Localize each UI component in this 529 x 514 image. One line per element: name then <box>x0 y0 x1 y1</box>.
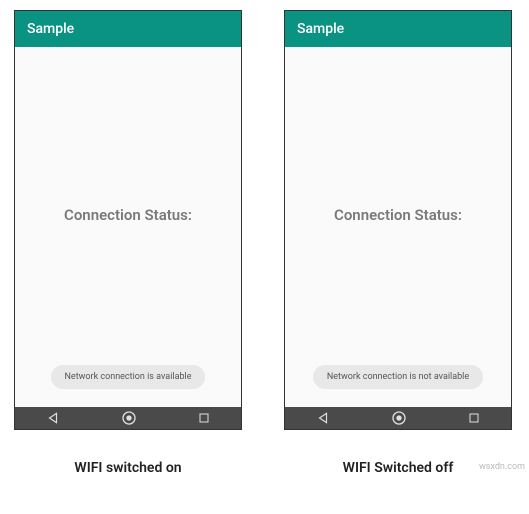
navigation-bar <box>285 403 511 429</box>
phone-frame: Sample Connection Status: Network connec… <box>14 10 242 430</box>
back-icon[interactable] <box>316 411 330 425</box>
phone-wrapper-on: Sample Connection Status: Network connec… <box>14 10 242 476</box>
comparison-container: Sample Connection Status: Network connec… <box>0 0 529 486</box>
back-icon[interactable] <box>46 411 60 425</box>
home-icon[interactable] <box>121 410 137 426</box>
toast-message: Network connection is available <box>51 365 206 389</box>
content-area: Connection Status: Network connection is… <box>15 47 241 403</box>
home-icon[interactable] <box>391 410 407 426</box>
recent-icon[interactable] <box>468 412 480 424</box>
content-area: Connection Status: Network connection is… <box>285 47 511 403</box>
watermark: wsxdn.com <box>479 462 525 472</box>
caption-off: WIFI Switched off <box>343 460 454 476</box>
app-title: Sample <box>297 21 344 37</box>
app-bar: Sample <box>285 11 511 47</box>
app-bar: Sample <box>15 11 241 47</box>
toast-message: Network connection is not available <box>313 365 483 389</box>
phone-frame: Sample Connection Status: Network connec… <box>284 10 512 430</box>
connection-status-label: Connection Status: <box>334 206 462 224</box>
navigation-bar <box>15 403 241 429</box>
phone-wrapper-off: Sample Connection Status: Network connec… <box>284 10 512 476</box>
connection-status-label: Connection Status: <box>64 206 192 224</box>
caption-on: WIFI switched on <box>74 460 181 476</box>
app-title: Sample <box>27 21 74 37</box>
recent-icon[interactable] <box>198 412 210 424</box>
